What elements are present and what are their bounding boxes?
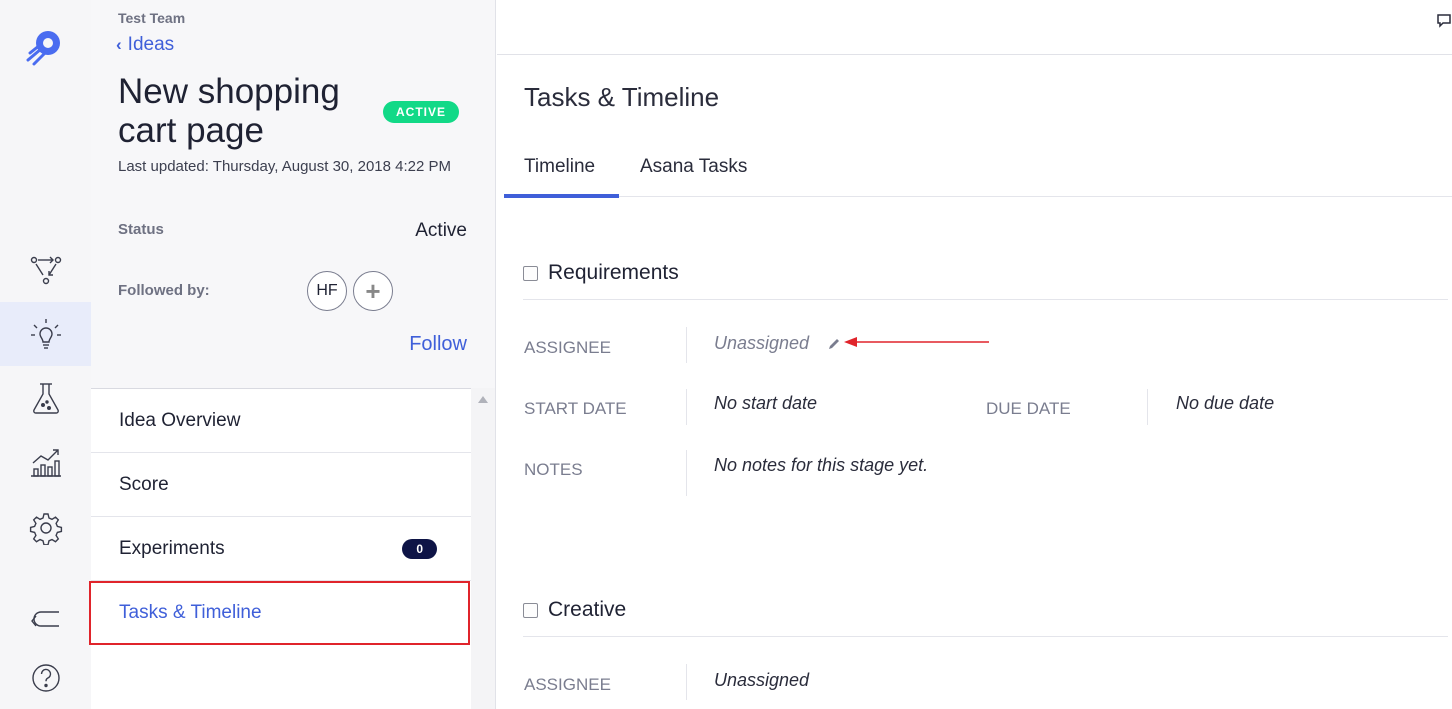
icon-rail	[0, 0, 91, 709]
pencil-icon[interactable]	[827, 337, 841, 351]
status-value[interactable]: Active	[415, 220, 467, 242]
menu-scrollbar[interactable]	[471, 388, 495, 709]
tab-bar: Timeline Asana Tasks	[504, 150, 1452, 198]
notes-value[interactable]: No notes for this stage yet.	[714, 455, 928, 476]
chevron-left-icon: ‹	[116, 35, 122, 54]
menu-item-score[interactable]: Score	[91, 453, 471, 517]
idea-panel: Test Team ‹ Ideas New shopping cart page…	[89, 0, 496, 709]
status-label: Status	[118, 221, 164, 238]
status-badge: ACTIVE	[383, 101, 460, 123]
add-follower-button[interactable]: +	[353, 271, 393, 311]
page-title: Tasks & Timeline	[524, 82, 720, 112]
stage-requirements: Requirements ASSIGNEE Unassigned START D…	[523, 247, 1448, 527]
experiments-count-badge: 0	[402, 538, 437, 559]
nav-ideas[interactable]	[0, 302, 91, 366]
menu-item-experiments[interactable]: Experiments 0	[91, 517, 471, 581]
chart-icon	[30, 449, 61, 477]
nav-return[interactable]	[0, 586, 91, 650]
menu-item-label: Score	[119, 473, 169, 495]
back-link-label: Ideas	[127, 34, 175, 55]
rocket-logo-icon[interactable]	[22, 27, 64, 69]
scroll-up-icon[interactable]	[478, 396, 488, 403]
idea-menu: Idea Overview Score Experiments 0 Tasks …	[89, 388, 471, 709]
tab-asana-tasks[interactable]: Asana Tasks	[640, 156, 747, 178]
stage-name: Requirements	[548, 261, 679, 284]
follow-button[interactable]: Follow	[409, 333, 467, 356]
assignee-value[interactable]: Unassigned	[714, 333, 809, 354]
notes-label: NOTES	[524, 460, 583, 479]
stage-creative: Creative ASSIGNEE Unassigned	[523, 584, 1448, 709]
assignee-value[interactable]: Unassigned	[714, 670, 809, 691]
last-updated: Last updated: Thursday, August 30, 2018 …	[118, 158, 452, 175]
nav-help[interactable]	[0, 646, 91, 709]
idea-title: New shopping cart page	[118, 72, 340, 150]
stage-header: Creative	[523, 584, 1448, 637]
start-date-label: START DATE	[524, 399, 627, 418]
start-date-value[interactable]: No start date	[714, 393, 817, 414]
stage-header: Requirements	[523, 247, 1448, 300]
main-panel: Tasks & Timeline Timeline Asana Tasks Re…	[497, 0, 1452, 709]
flask-icon	[32, 383, 59, 414]
top-bar	[497, 0, 1452, 55]
annotation-arrow-icon	[844, 337, 989, 347]
divider	[686, 450, 687, 496]
divider	[686, 327, 687, 363]
divider	[1147, 389, 1148, 425]
follower-avatar[interactable]: HF	[307, 271, 347, 311]
menu-item-idea-overview[interactable]: Idea Overview	[91, 389, 471, 453]
tab-timeline[interactable]: Timeline	[524, 156, 595, 178]
workflow-icon	[30, 256, 61, 285]
chat-icon[interactable]	[1436, 12, 1452, 28]
menu-item-label: Tasks & Timeline	[119, 602, 262, 623]
plus-icon: +	[365, 276, 381, 306]
back-to-ideas-link[interactable]: ‹ Ideas	[116, 34, 174, 56]
gear-icon	[29, 513, 62, 545]
lightbulb-icon	[30, 319, 61, 349]
divider	[686, 389, 687, 425]
return-arrow-icon	[30, 611, 59, 627]
stage-checkbox[interactable]	[523, 265, 538, 281]
due-date-value[interactable]: No due date	[1176, 393, 1274, 414]
nav-experiments[interactable]	[0, 366, 91, 430]
assignee-label: ASSIGNEE	[524, 675, 611, 694]
menu-item-tasks-timeline[interactable]: Tasks & Timeline	[89, 581, 470, 645]
divider	[686, 664, 687, 700]
team-name: Test Team	[118, 10, 186, 26]
stage-name: Creative	[548, 598, 627, 621]
menu-item-label: Experiments	[119, 537, 225, 559]
stage-checkbox[interactable]	[523, 602, 538, 618]
menu-item-label: Idea Overview	[119, 409, 241, 431]
nav-workflow[interactable]	[0, 238, 91, 302]
nav-analytics[interactable]	[0, 430, 91, 494]
nav-settings[interactable]	[0, 496, 91, 560]
help-icon	[31, 664, 60, 692]
followed-by-label: Followed by:	[118, 282, 210, 299]
active-tab-indicator	[504, 194, 619, 198]
assignee-label: ASSIGNEE	[524, 338, 611, 357]
due-date-label: DUE DATE	[986, 399, 1071, 418]
